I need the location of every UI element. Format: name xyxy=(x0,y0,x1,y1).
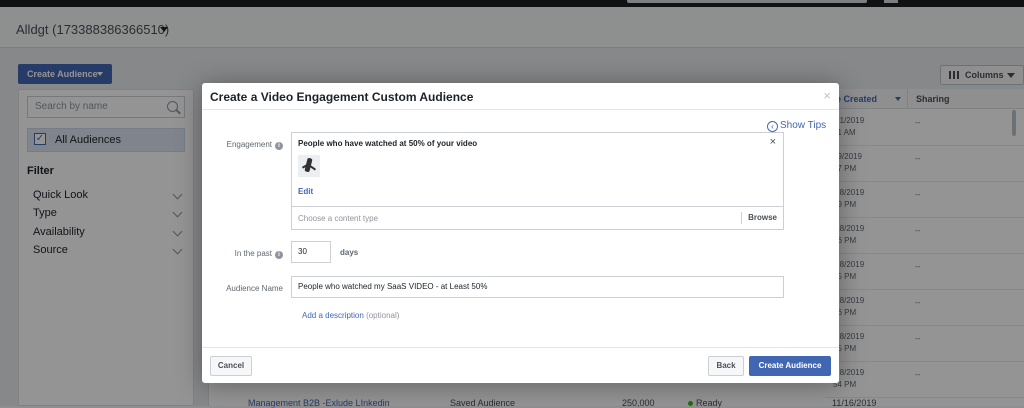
dialog-header: Create a Video Engagement Custom Audienc… xyxy=(202,83,839,110)
add-description-link[interactable]: Add a description (optional) xyxy=(302,311,399,320)
dialog-footer: Cancel Back Create Audience xyxy=(202,347,839,384)
in-the-past-label-text: In the past xyxy=(234,249,272,258)
add-description-text: Add a description xyxy=(302,311,364,320)
engagement-label: Engagement i xyxy=(227,140,283,150)
video-engagement-dialog: Create a Video Engagement Custom Audienc… xyxy=(202,83,839,383)
edit-video-link[interactable]: Edit xyxy=(298,187,313,196)
info-icon[interactable]: i xyxy=(275,142,283,150)
audience-name-label: Audience Name xyxy=(226,284,283,293)
close-icon[interactable]: × xyxy=(823,88,831,103)
content-type-row[interactable]: Choose a content type Browse xyxy=(292,206,783,230)
chevron-left-circle-icon: ‹ xyxy=(767,121,778,132)
info-icon[interactable]: i xyxy=(275,251,283,259)
days-input[interactable]: 30 xyxy=(291,241,331,263)
engagement-heading: People who have watched at 50% of your v… xyxy=(298,139,478,148)
content-type-input[interactable]: Choose a content type xyxy=(298,214,378,223)
runner-figure-leg xyxy=(309,165,317,171)
in-the-past-label: In the past i xyxy=(235,249,283,259)
engagement-selector: People who have watched at 50% of your v… xyxy=(291,132,784,230)
show-tips-label: Show Tips xyxy=(780,120,827,131)
dialog-title: Create a Video Engagement Custom Audienc… xyxy=(210,90,474,104)
browse-button[interactable]: Browse xyxy=(741,212,783,224)
back-button[interactable]: Back xyxy=(708,356,744,376)
engagement-label-text: Engagement xyxy=(226,140,272,149)
create-audience-button[interactable]: Create Audience xyxy=(749,356,831,376)
audience-name-input[interactable]: People who watched my SaaS VIDEO - at Le… xyxy=(291,276,784,298)
cancel-button[interactable]: Cancel xyxy=(210,356,252,376)
remove-engagement-icon[interactable]: × xyxy=(770,136,776,148)
optional-text: (optional) xyxy=(366,311,400,320)
show-tips-link[interactable]: ‹ Show Tips xyxy=(767,120,826,132)
video-thumbnail xyxy=(298,155,320,177)
days-unit-label: days xyxy=(340,248,359,257)
